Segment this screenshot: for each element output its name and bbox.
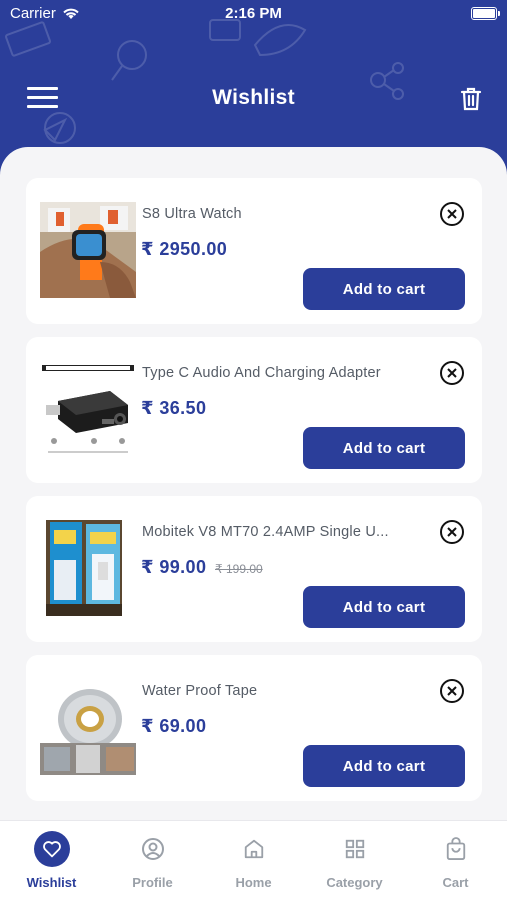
tab-label: Cart: [442, 875, 469, 890]
clear-wishlist-button[interactable]: [460, 87, 482, 111]
product-price: ₹ 2950.00: [141, 239, 228, 259]
tab-home[interactable]: Home: [203, 821, 304, 900]
product-price: ₹ 36.50: [141, 398, 207, 418]
user-icon: [135, 831, 171, 867]
wishlist-item: Type C Audio And Charging Adapter ₹ 36.5…: [26, 337, 482, 483]
tab-cart[interactable]: Cart: [405, 821, 506, 900]
adapter-photo: [40, 361, 136, 457]
tape-photo: [40, 679, 136, 775]
add-to-cart-button[interactable]: Add to cart: [303, 586, 465, 628]
remove-item-button[interactable]: [440, 520, 464, 544]
product-name[interactable]: S8 Ultra Watch: [142, 206, 432, 222]
close-icon: [447, 527, 457, 537]
tab-profile[interactable]: Profile: [102, 821, 203, 900]
product-price: ₹ 69.00: [141, 716, 207, 736]
product-name[interactable]: Mobitek V8 MT70 2.4AMP Single U...: [142, 524, 432, 540]
home-icon: [236, 831, 272, 867]
original-price: ₹ 199.00: [215, 562, 263, 576]
heart-icon: [33, 831, 70, 867]
app-header: Carrier 2:16 PM Wishlist: [0, 0, 507, 160]
product-name[interactable]: Type C Audio And Charging Adapter: [142, 365, 432, 381]
charger-box-photo: [40, 520, 136, 616]
remove-item-button[interactable]: [440, 679, 464, 703]
remove-item-button[interactable]: [440, 361, 464, 385]
tab-category[interactable]: Category: [304, 821, 405, 900]
add-to-cart-button[interactable]: Add to cart: [303, 268, 465, 310]
status-bar: Carrier 2:16 PM: [0, 5, 507, 25]
tab-label: Category: [326, 875, 383, 890]
battery-icon: [471, 7, 500, 20]
wishlist-content[interactable]: S8 Ultra Watch ₹ 2950.00 Add to cart Typ…: [0, 147, 507, 820]
bottom-tab-bar: Wishlist Profile Home Category Cart: [0, 820, 507, 900]
add-to-cart-button[interactable]: Add to cart: [303, 745, 465, 787]
bag-icon: [438, 831, 474, 867]
tab-label: Profile: [132, 875, 173, 890]
product-name[interactable]: Water Proof Tape: [142, 683, 432, 699]
status-time: 2:16 PM: [225, 5, 282, 22]
grid-icon: [337, 831, 373, 867]
tab-label: Home: [235, 875, 272, 890]
close-icon: [447, 368, 457, 378]
page-title: Wishlist: [212, 86, 295, 109]
wishlist-item: Mobitek V8 MT70 2.4AMP Single U... ₹ 99.…: [26, 496, 482, 642]
trash-icon: [460, 87, 482, 111]
add-to-cart-button[interactable]: Add to cart: [303, 427, 465, 469]
remove-item-button[interactable]: [440, 202, 464, 226]
smartwatch-photo: [40, 202, 136, 298]
wishlist-item: S8 Ultra Watch ₹ 2950.00 Add to cart: [26, 178, 482, 324]
tab-wishlist[interactable]: Wishlist: [1, 821, 102, 900]
wishlist-item: Water Proof Tape ₹ 69.00 Add to cart: [26, 655, 482, 801]
product-price: ₹ 99.00: [141, 557, 207, 577]
tab-label: Wishlist: [26, 875, 77, 890]
close-icon: [447, 686, 457, 696]
close-icon: [447, 209, 457, 219]
